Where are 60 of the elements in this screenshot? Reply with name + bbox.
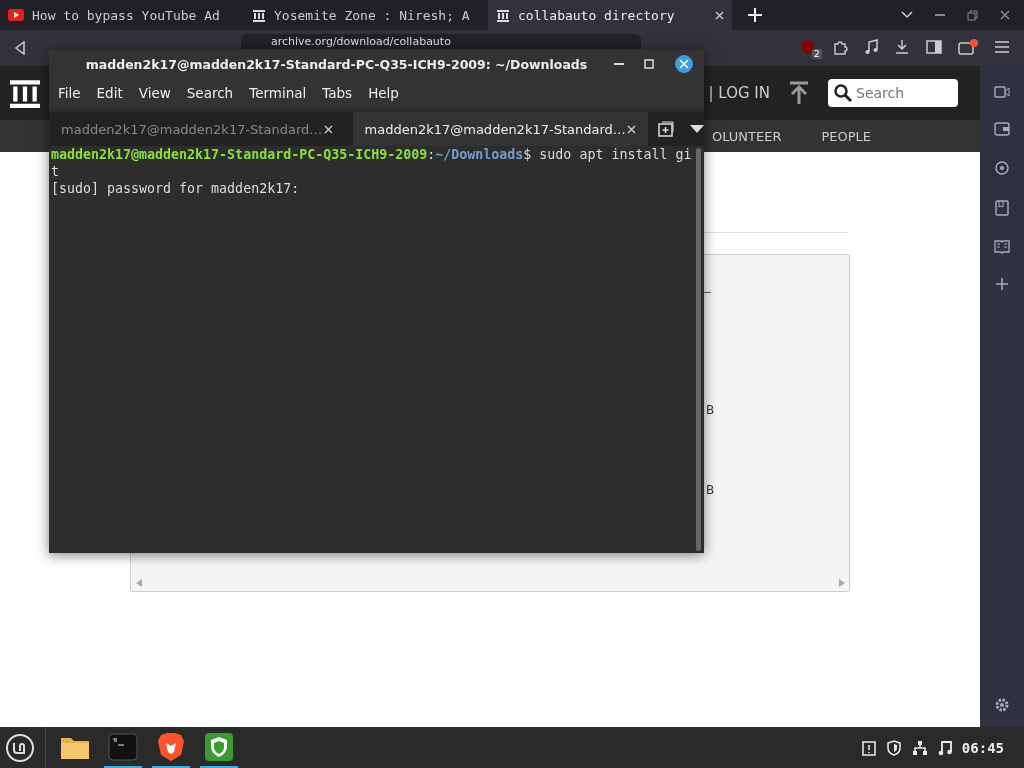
search-field[interactable]: Search [828, 79, 958, 107]
bookmark-icon[interactable] [995, 200, 1009, 216]
settings-icon[interactable] [994, 697, 1010, 713]
restore-icon[interactable] [967, 9, 978, 21]
count-badge: 2 [812, 49, 822, 59]
menu-item[interactable]: Edit [89, 85, 130, 101]
temple-logo-icon[interactable] [10, 78, 40, 108]
chevron-icon[interactable] [901, 11, 913, 19]
dropdown-icon[interactable] [690, 125, 704, 133]
new-tab-icon[interactable] [658, 121, 675, 137]
menu-item[interactable]: View [131, 85, 178, 101]
menu-item[interactable]: Tabs [315, 85, 360, 101]
close-icon[interactable] [715, 10, 724, 20]
menu-item[interactable]: File [51, 85, 88, 101]
video-icon[interactable] [994, 86, 1010, 98]
wallet-icon[interactable] [958, 38, 978, 56]
nav-link[interactable]: OLUNTEER [712, 128, 782, 144]
temple-icon [496, 8, 510, 22]
menu-icon[interactable] [994, 41, 1010, 53]
music-note-icon[interactable] [937, 739, 952, 756]
shield-icon[interactable] [885, 739, 902, 756]
window-title: madden2k17@madden2k17-Standard-PC-Q35-ICH9-2009: ~/Downloads [85, 56, 588, 72]
terminal-tab[interactable]: madden2k17@madden2k17-Standard… [352, 112, 649, 146]
new-tab-icon[interactable] [748, 8, 762, 22]
terminal-line: [sudo] password for madden2k17: [51, 180, 301, 197]
plus-icon[interactable] [996, 278, 1008, 290]
network-icon[interactable] [911, 739, 928, 756]
back-icon[interactable] [14, 41, 26, 55]
upload-icon[interactable] [788, 81, 810, 105]
terminal-tab[interactable]: madden2k17@madden2k17-Standard… [49, 112, 345, 146]
sidebar-icon[interactable] [926, 40, 942, 54]
menu-item[interactable]: Terminal [242, 85, 314, 101]
address-bar[interactable]: archive.org/download/collabauto [241, 34, 641, 49]
terminal-line: madden2k17@madden2k17-Standard-PC-Q35-ICH9-2009:~/Downloads$ sudo apt install gi [51, 146, 692, 163]
nav-link[interactable]: PEOPLE [821, 128, 872, 144]
scrollbar[interactable] [696, 148, 701, 551]
terminal-line: t [51, 163, 60, 180]
temple-icon [252, 8, 266, 22]
browser-tab[interactable]: Yosemite Zone : Niresh; A [244, 0, 488, 30]
browser-tab[interactable]: collabauto directory [488, 0, 732, 30]
menu-item[interactable]: Help [361, 85, 406, 101]
login-link[interactable]: | LOG IN [708, 84, 770, 102]
book-icon[interactable] [994, 240, 1010, 254]
search-icon [834, 84, 852, 102]
size-text: B [706, 483, 715, 497]
puzzle-icon[interactable] [832, 39, 848, 55]
close-icon[interactable] [674, 54, 694, 74]
size-text: B [706, 403, 715, 417]
wallet-icon[interactable] [994, 122, 1010, 136]
clock-text: 06:45 [961, 739, 1004, 756]
clipboard-icon[interactable] [861, 739, 876, 756]
maximize-icon[interactable] [644, 59, 654, 69]
mint-logo-icon[interactable] [5, 732, 35, 763]
browser-tab[interactable]: How to bypass YouTube Ad [0, 0, 244, 30]
close-icon[interactable] [323, 124, 333, 134]
download-icon[interactable] [894, 39, 910, 55]
music-note-icon[interactable] [864, 39, 878, 55]
close-icon[interactable] [627, 124, 637, 134]
play-icon [8, 9, 24, 21]
menu-item[interactable]: Search [179, 85, 241, 101]
